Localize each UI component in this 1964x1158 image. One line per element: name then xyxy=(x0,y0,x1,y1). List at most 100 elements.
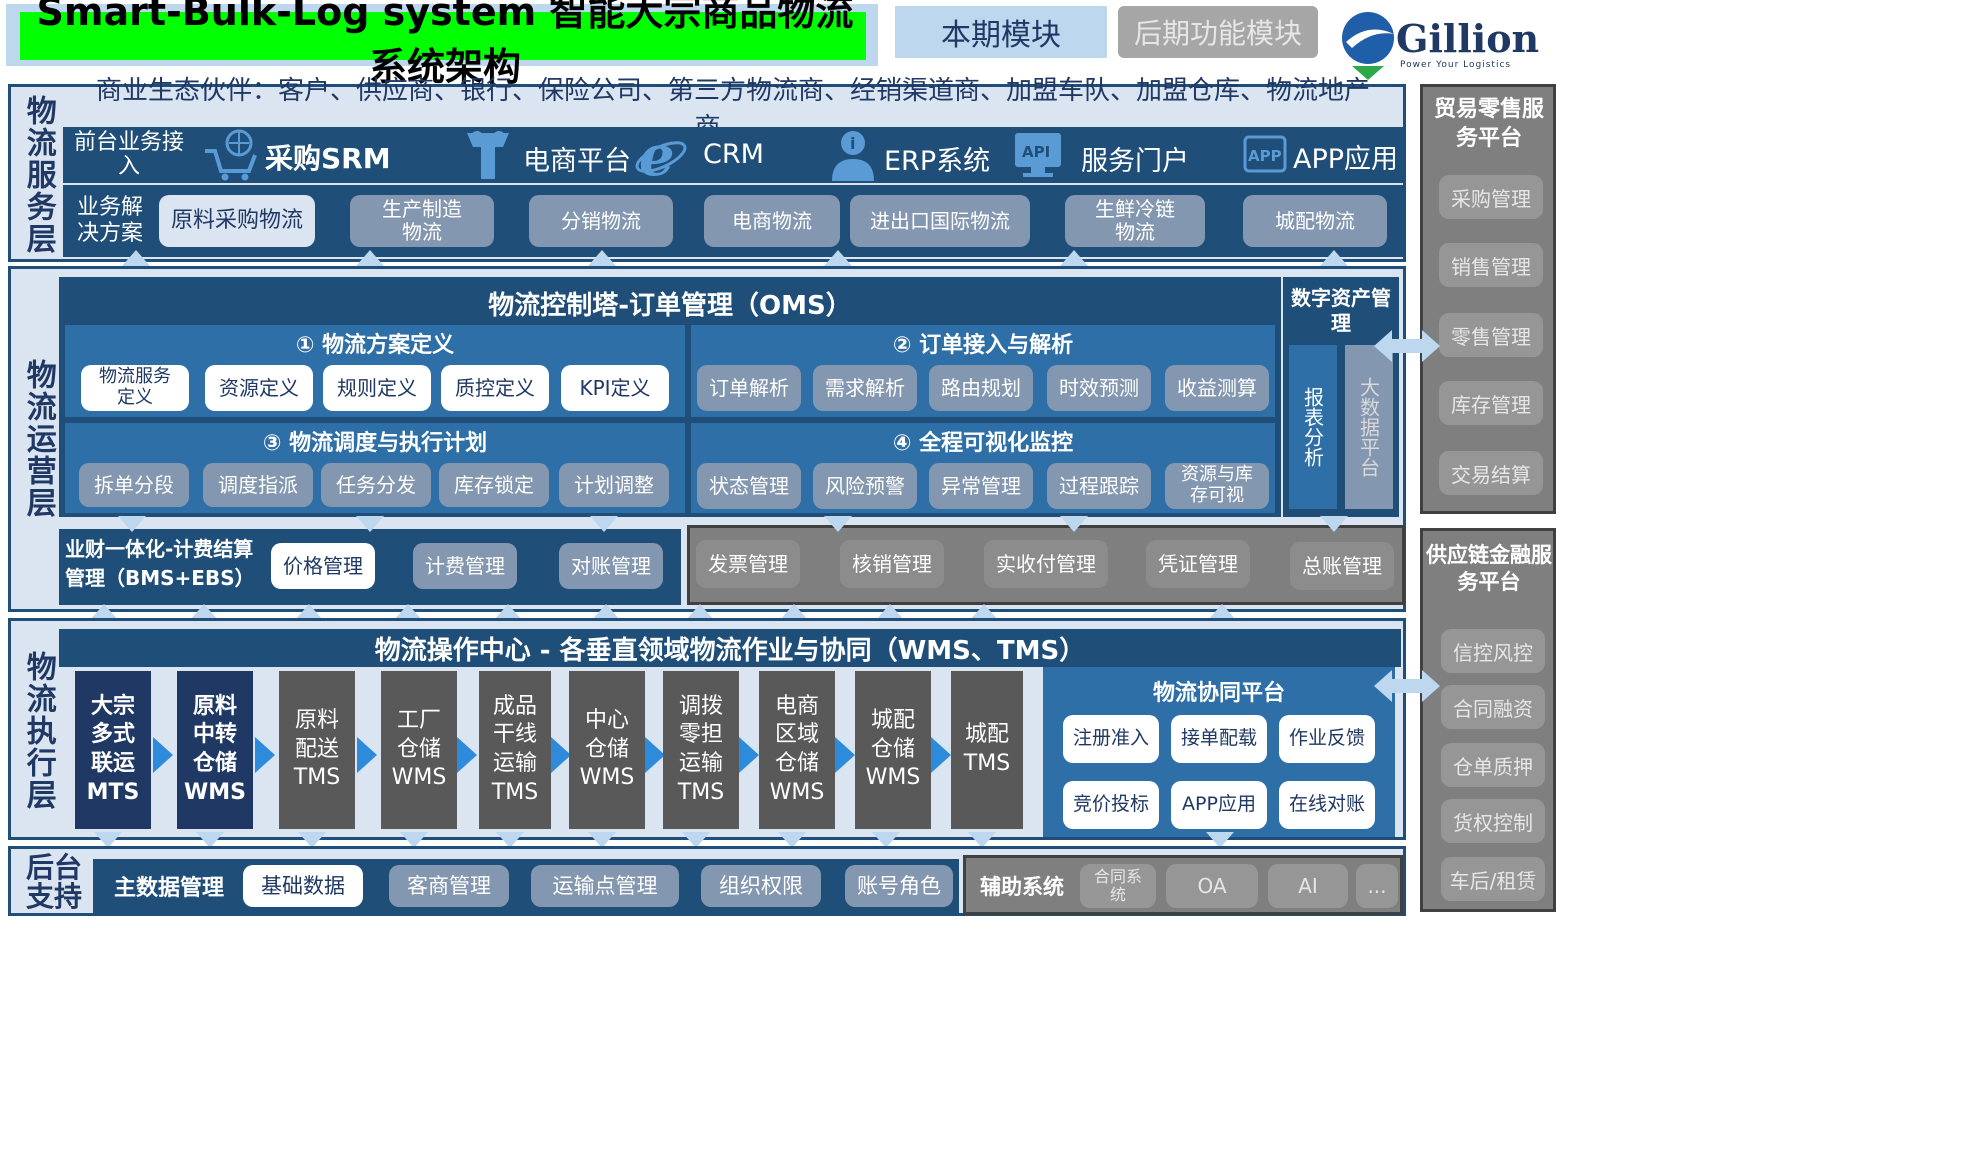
exec-box-wms-ecom[interactable]: 电商区域仓储WMS xyxy=(759,671,835,829)
exec-box-tms-trunk[interactable]: 成品干线运输TMS xyxy=(479,671,551,829)
ebs-item[interactable]: 核销管理 xyxy=(840,540,944,588)
oms-item[interactable]: 需求解析 xyxy=(813,365,917,411)
master-item[interactable]: 组织权限 xyxy=(701,865,821,907)
exec-box-tms-raw[interactable]: 原料配送TMS xyxy=(279,671,355,829)
solution-raw-material[interactable]: 原料采购物流 xyxy=(159,195,315,247)
exec-box-mts[interactable]: 大宗多式联运MTS xyxy=(75,671,151,829)
solution-ecommerce[interactable]: 电商物流 xyxy=(704,195,840,247)
exec-box-tms-ltl[interactable]: 调拨零担运输TMS xyxy=(663,671,739,829)
exec-box-wms-transfer[interactable]: 原料中转仓储WMS xyxy=(177,671,253,829)
collab-item[interactable]: 接单配载 xyxy=(1171,715,1267,763)
oms-item[interactable]: 计划调整 xyxy=(559,463,669,507)
ebs-item[interactable]: 凭证管理 xyxy=(1146,540,1250,588)
svg-text:API: API xyxy=(1022,143,1050,161)
oms-item[interactable]: 异常管理 xyxy=(929,463,1033,509)
oms-item[interactable]: 路由规划 xyxy=(929,365,1033,411)
master-item[interactable]: 运输点管理 xyxy=(531,865,679,907)
arrow-down xyxy=(1320,516,1348,532)
aux-item-contract[interactable]: 合同系统 xyxy=(1080,864,1156,908)
svg-text:APP: APP xyxy=(1248,147,1282,165)
collab-item[interactable]: 在线对账 xyxy=(1279,781,1375,829)
finance-item[interactable]: 合同融资 xyxy=(1441,685,1545,729)
operations-layer: 物流运营层 物流控制塔-订单管理（OMS） ① 物流方案定义 物流服务定义 资源… xyxy=(8,266,1406,612)
arrow-down xyxy=(118,516,146,532)
oms-item[interactable]: 收益测算 xyxy=(1165,365,1269,411)
exec-box-wms-center[interactable]: 中心仓储WMS xyxy=(569,671,645,829)
big-data-platform[interactable]: 大数据平台 xyxy=(1345,345,1393,509)
trade-item[interactable]: 采购管理 xyxy=(1439,175,1543,219)
shopping-cart-globe-icon xyxy=(205,129,257,181)
arrow-up xyxy=(122,250,150,266)
oms-item[interactable]: 物流服务定义 xyxy=(81,365,189,411)
logo-text: Gillion xyxy=(1396,16,1540,61)
ebs-item[interactable]: 发票管理 xyxy=(696,540,800,588)
trade-item[interactable]: 交易结算 xyxy=(1439,451,1543,495)
exec-box-tms-city[interactable]: 城配TMS xyxy=(951,671,1023,829)
oms-item[interactable]: 资源与库存可视 xyxy=(1165,463,1269,509)
oms-item[interactable]: 风险预警 xyxy=(813,463,917,509)
finance-item[interactable]: 车后/租赁 xyxy=(1441,857,1545,901)
collab-item[interactable]: 作业反馈 xyxy=(1279,715,1375,763)
oms-item[interactable]: 过程跟踪 xyxy=(1047,463,1151,509)
oms-item[interactable]: 时效预测 xyxy=(1047,365,1151,411)
front-item-srm[interactable]: 采购SRM xyxy=(203,127,413,183)
report-analysis[interactable]: 报表分析 xyxy=(1289,345,1337,509)
master-item[interactable]: 账号角色 xyxy=(845,865,953,907)
exec-box-wms-factory[interactable]: 工厂仓储WMS xyxy=(381,671,457,829)
oms-item[interactable]: 订单解析 xyxy=(697,365,801,411)
oms-section-title: ④ 全程可视化监控 xyxy=(892,431,1074,456)
bms-item-billing[interactable]: 计费管理 xyxy=(413,543,517,589)
finance-item[interactable]: 仓单质押 xyxy=(1441,743,1545,787)
master-item[interactable]: 客商管理 xyxy=(389,865,509,907)
backend-layer-label: 后台支持 xyxy=(25,850,82,913)
front-item-crm[interactable]: e CRM xyxy=(633,127,813,183)
oms-item[interactable]: 规则定义 xyxy=(323,365,431,411)
oms-item[interactable]: 资源定义 xyxy=(205,365,313,411)
aux-item-ai[interactable]: AI xyxy=(1268,864,1348,908)
oms-item[interactable]: 拆单分段 xyxy=(79,463,189,507)
trade-item[interactable]: 零售管理 xyxy=(1439,313,1543,357)
solution-cold-chain[interactable]: 生鲜冷链物流 xyxy=(1065,195,1205,247)
aux-item-oa[interactable]: OA xyxy=(1166,864,1258,908)
arrow-right xyxy=(835,737,855,773)
master-item[interactable]: 基础数据 xyxy=(243,865,363,907)
front-item-app[interactable]: APP APP应用 xyxy=(1243,127,1403,183)
trade-item[interactable]: 库存管理 xyxy=(1439,381,1543,425)
oms-section-1: ① 物流方案定义 物流服务定义 资源定义 规则定义 质控定义 KPI定义 xyxy=(65,325,685,417)
execution-boxes: 大宗多式联运MTS 原料中转仓储WMS 原料配送TMS 工厂仓储WMS 成品干线… xyxy=(59,667,1041,833)
arrow-down xyxy=(356,516,384,532)
solution-distribution[interactable]: 分销物流 xyxy=(529,195,673,247)
api-monitor-icon: API xyxy=(1015,133,1061,177)
oms-item[interactable]: 库存锁定 xyxy=(439,463,549,507)
collab-item[interactable]: 注册准入 xyxy=(1063,715,1159,763)
ebs-item[interactable]: 实收付管理 xyxy=(984,540,1108,588)
collab-item[interactable]: 竞价投标 xyxy=(1063,781,1159,829)
oms-item[interactable]: 任务分发 xyxy=(321,463,431,507)
arrow-down xyxy=(590,516,618,532)
front-item-erp[interactable]: i ERP系统 xyxy=(828,127,1028,183)
oms-item[interactable]: 调度指派 xyxy=(203,463,313,507)
finance-item[interactable]: 信控风控 xyxy=(1441,629,1545,673)
arrow-right xyxy=(551,737,571,773)
front-item-portal[interactable]: API 服务门户 xyxy=(1013,127,1213,183)
collab-item[interactable]: APP应用 xyxy=(1171,781,1267,829)
solution-import-export[interactable]: 进出口国际物流 xyxy=(850,195,1030,247)
ebs-item[interactable]: 总账管理 xyxy=(1290,542,1394,590)
arrow-right xyxy=(739,737,759,773)
finance-item[interactable]: 货权控制 xyxy=(1441,799,1545,843)
business-partners: 商业生态伙伴：客户、供应商、银行、保险公司、第三方物流商、经销渠道商、加盟车队、… xyxy=(95,76,1370,143)
oms-item[interactable]: KPI定义 xyxy=(561,365,669,411)
bms-item-price[interactable]: 价格管理 xyxy=(271,543,375,589)
trade-item[interactable]: 销售管理 xyxy=(1439,243,1543,287)
solution-city-delivery[interactable]: 城配物流 xyxy=(1243,195,1387,247)
bms-panel: 业财一体化-计费结算管理（BMS+EBS） 价格管理 计费管理 对账管理 xyxy=(59,529,681,605)
bms-item-reconcile[interactable]: 对账管理 xyxy=(559,543,663,589)
collab-platform: 物流协同平台 注册准入 接单配载 作业反馈 竞价投标 APP应用 在线对账 xyxy=(1043,667,1395,837)
aux-item-more[interactable]: ... xyxy=(1356,864,1398,908)
solution-manufacturing[interactable]: 生产制造物流 xyxy=(350,195,494,247)
oms-item[interactable]: 状态管理 xyxy=(697,463,801,509)
exec-box-wms-city[interactable]: 城配仓储WMS xyxy=(855,671,931,829)
oms-section-title: ① 物流方案定义 xyxy=(295,333,455,358)
trade-retail-panel: 贸易零售服务平台 采购管理 销售管理 零售管理 库存管理 交易结算 xyxy=(1420,84,1556,514)
oms-item[interactable]: 质控定义 xyxy=(441,365,549,411)
